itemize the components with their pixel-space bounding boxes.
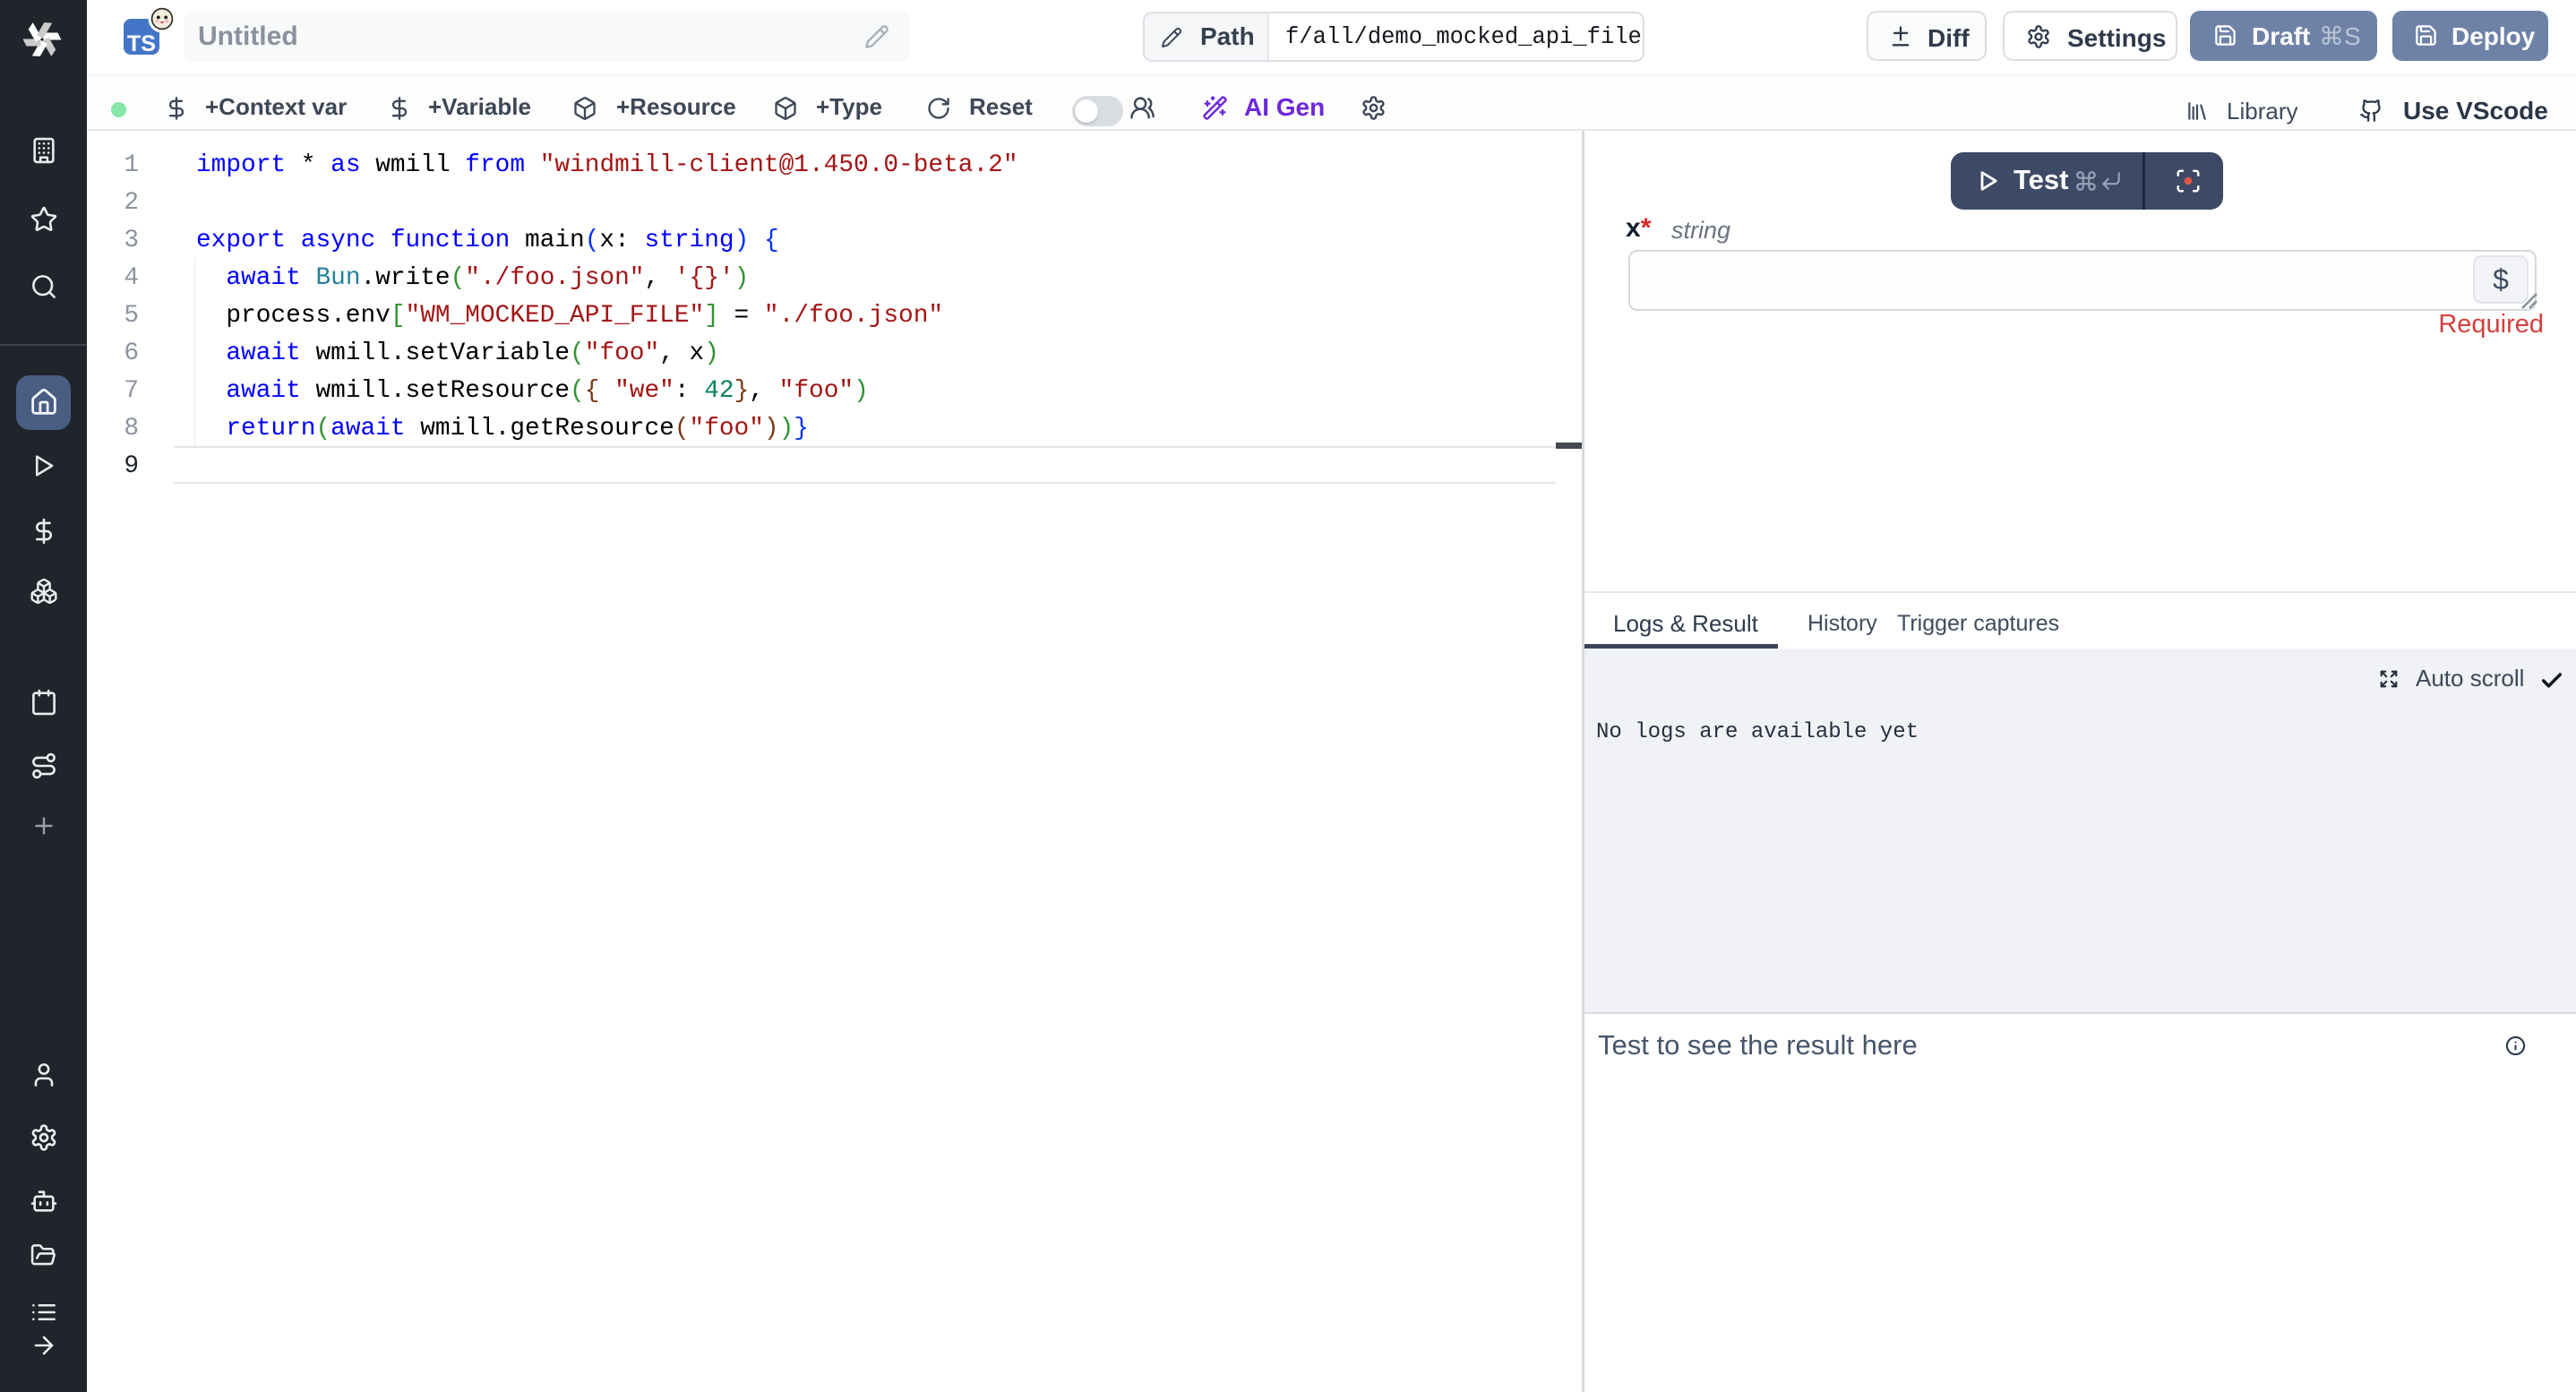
svg-text:TS: TS <box>127 31 156 56</box>
